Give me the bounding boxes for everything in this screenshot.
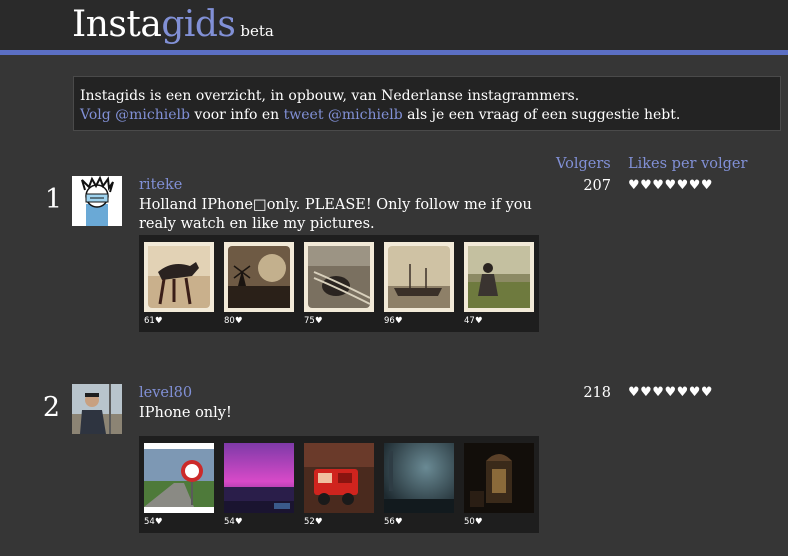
- likes-count: 61: [144, 316, 155, 326]
- photo-likes: 54♥: [224, 517, 242, 527]
- intro-text-end: als je een vraag of een suggestie hebt.: [402, 107, 681, 123]
- photo-likes: 80♥: [224, 316, 242, 326]
- likes-hearts: ♥♥♥♥♥♥♥: [628, 385, 714, 400]
- intro-text-mid: voor info en: [189, 107, 284, 123]
- photo-strip: 61♥ 80♥ 75♥ 96♥ 47♥: [139, 235, 539, 332]
- photo-likes: 75♥: [304, 316, 322, 326]
- photo-thumbnail[interactable]: [144, 443, 214, 513]
- bio-line: Holland IPhone□only. PLEASE! Only follow…: [139, 197, 532, 213]
- photo-thumbnail[interactable]: [224, 443, 294, 513]
- site-logo[interactable]: Instagids beta: [72, 4, 274, 52]
- heart-icon: ♥: [474, 316, 483, 326]
- heart-icon: ♥: [314, 316, 323, 326]
- username-link[interactable]: level80: [139, 385, 192, 401]
- photo-thumbnail[interactable]: [304, 242, 374, 312]
- photo-strip: 54♥ 54♥ 52♥ 56♥ 50♥: [139, 436, 539, 533]
- likes-count: 54: [224, 517, 235, 527]
- photo-likes: 47♥: [464, 316, 482, 326]
- bio-line: realy watch en like my pictures.: [139, 216, 375, 232]
- rank-number: 1: [44, 184, 62, 215]
- site-header: Instagids beta: [0, 0, 788, 55]
- user-bio: IPhone only!: [139, 404, 539, 423]
- photo-thumbnail[interactable]: [384, 242, 454, 312]
- avatar[interactable]: [72, 176, 122, 226]
- username-link[interactable]: riteke: [139, 177, 182, 193]
- followers-column-header[interactable]: Volgers: [556, 156, 611, 172]
- heart-icon: ♥: [474, 517, 483, 527]
- photo-thumbnail[interactable]: [384, 443, 454, 513]
- photo-thumbnail[interactable]: [464, 242, 534, 312]
- photo-likes: 61♥: [144, 316, 162, 326]
- rank-number: 2: [42, 392, 60, 423]
- heart-icon: ♥: [154, 517, 163, 527]
- heart-icon: ♥: [394, 316, 403, 326]
- logo-insta: Insta: [72, 4, 162, 45]
- followers-count: 207: [583, 178, 611, 194]
- followers-count: 218: [583, 385, 611, 401]
- likes-count: 80: [224, 316, 235, 326]
- likes-hearts: ♥♥♥♥♥♥♥: [628, 178, 714, 193]
- likes-count: 50: [464, 517, 475, 527]
- photo-likes: 54♥: [144, 517, 162, 527]
- heart-icon: ♥: [234, 517, 243, 527]
- intro-line2: Volg @michielb voor info en tweet @michi…: [80, 106, 774, 125]
- photo-likes: 56♥: [384, 517, 402, 527]
- user-bio: Holland IPhone□only. PLEASE! Only follow…: [139, 196, 539, 234]
- beta-badge: beta: [240, 22, 274, 40]
- heart-icon: ♥: [394, 517, 403, 527]
- logo-gids: gids: [161, 4, 236, 45]
- likes-count: 56: [384, 517, 395, 527]
- photo-thumbnail[interactable]: [304, 443, 374, 513]
- photo-thumbnail[interactable]: [144, 242, 214, 312]
- likes-column-header[interactable]: Likes per volger: [628, 156, 747, 172]
- avatar[interactable]: [72, 384, 122, 434]
- heart-icon: ♥: [234, 316, 243, 326]
- photo-thumbnail[interactable]: [224, 242, 294, 312]
- likes-count: 54: [144, 517, 155, 527]
- bio-line: IPhone only!: [139, 405, 232, 421]
- photo-thumbnail[interactable]: [464, 443, 534, 513]
- intro-box: Instagids is een overzicht, in opbouw, v…: [73, 76, 781, 131]
- likes-count: 52: [304, 517, 315, 527]
- tweet-link[interactable]: tweet @michielb: [284, 107, 403, 123]
- follow-link[interactable]: Volg @michielb: [80, 107, 190, 123]
- heart-icon: ♥: [154, 316, 163, 326]
- photo-likes: 52♥: [304, 517, 322, 527]
- likes-count: 96: [384, 316, 395, 326]
- photo-likes: 50♥: [464, 517, 482, 527]
- likes-count: 47: [464, 316, 475, 326]
- photo-likes: 96♥: [384, 316, 402, 326]
- likes-count: 75: [304, 316, 315, 326]
- heart-icon: ♥: [314, 517, 323, 527]
- intro-line1: Instagids is een overzicht, in opbouw, v…: [80, 88, 580, 104]
